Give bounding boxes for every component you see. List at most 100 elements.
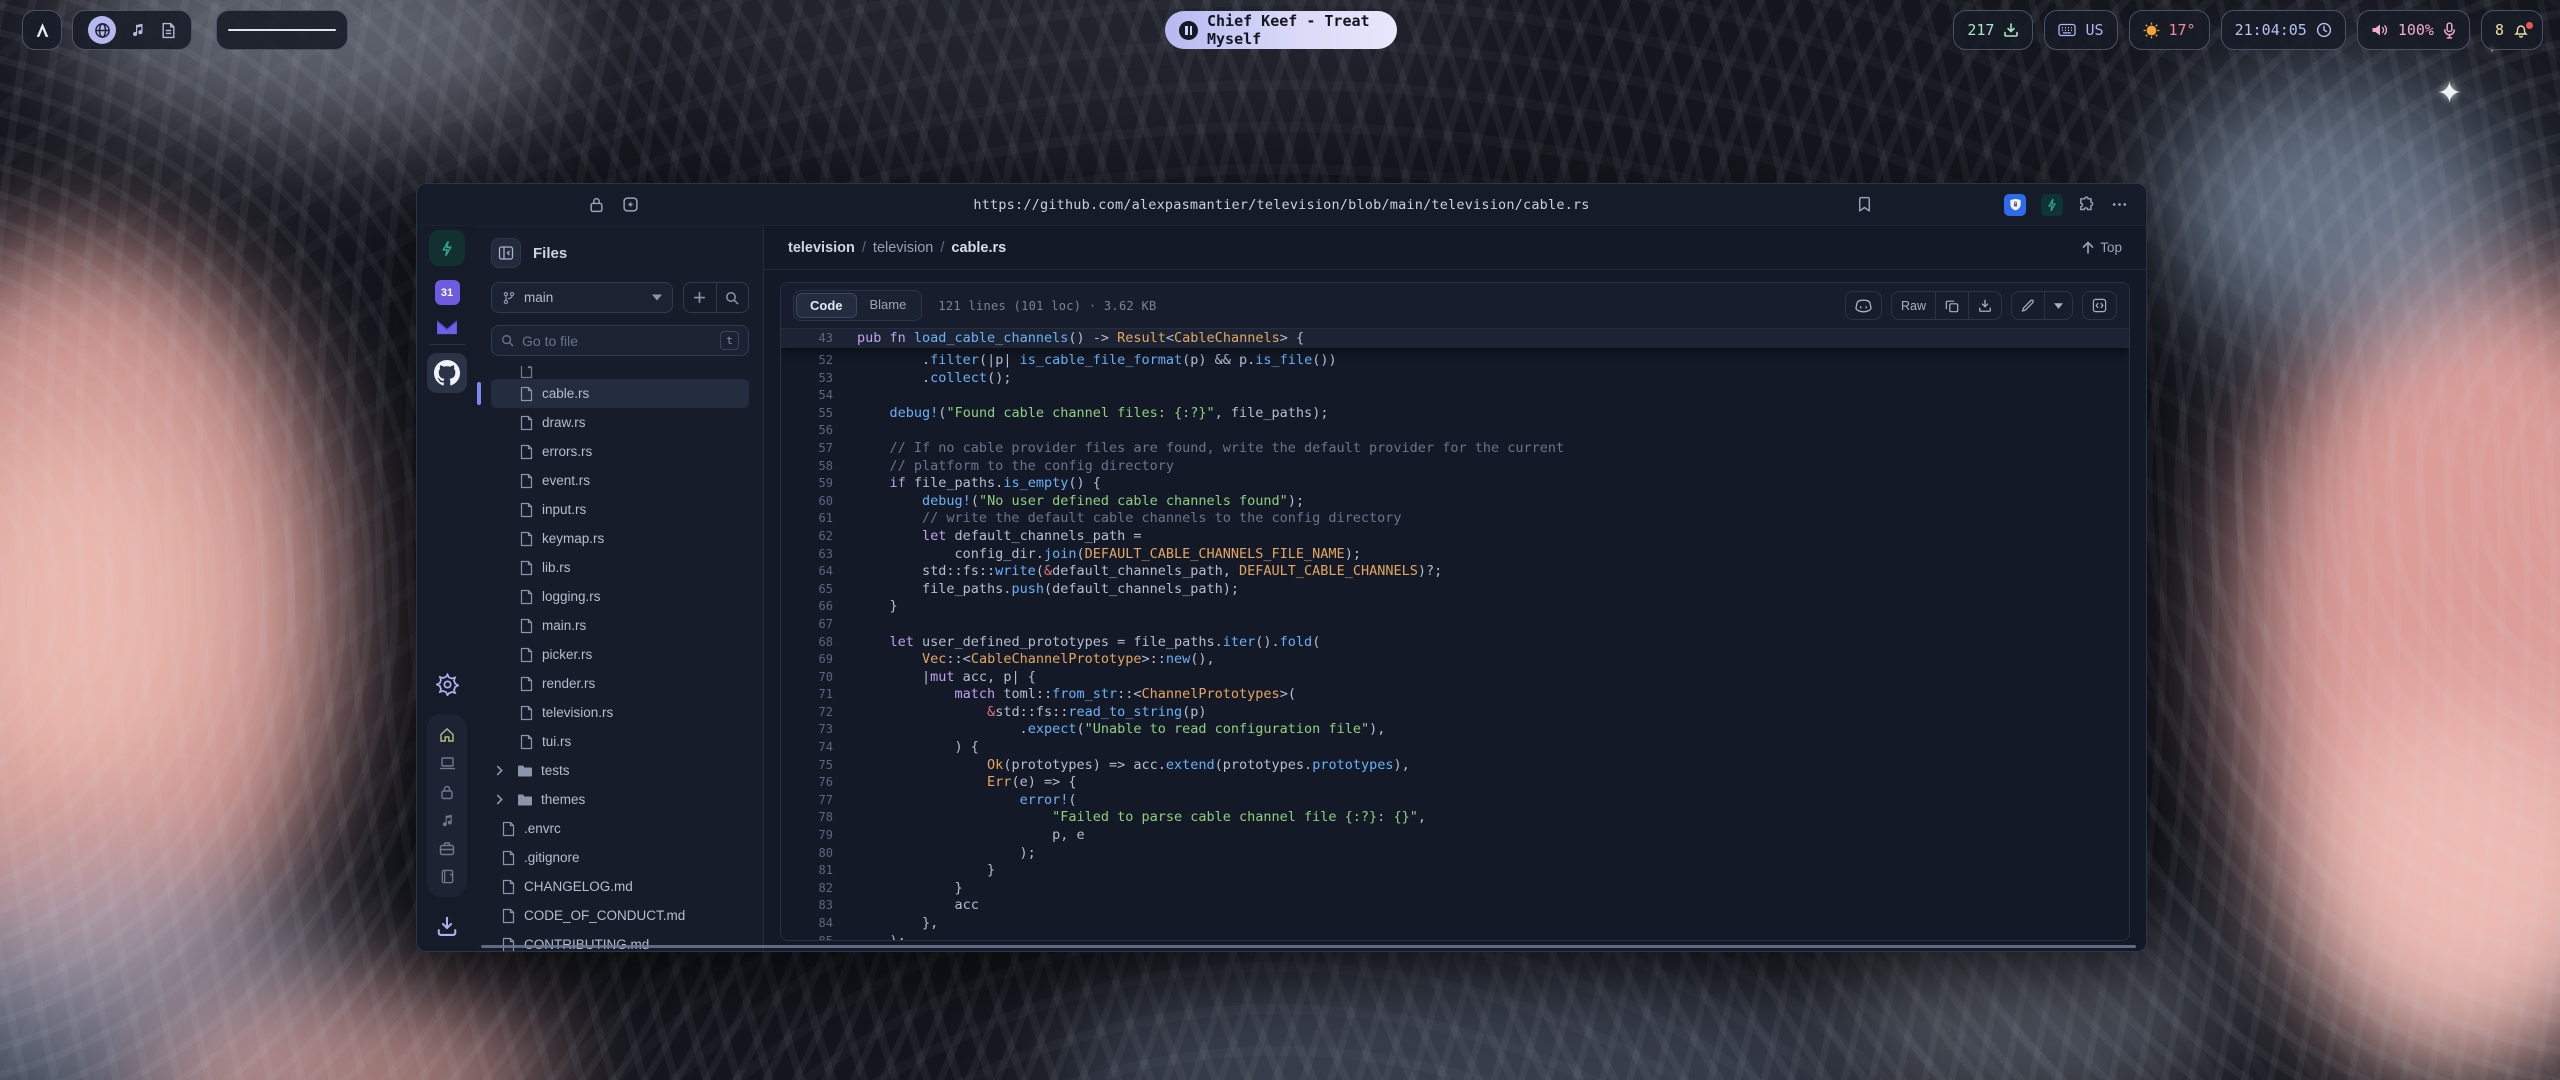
tree-item-partial[interactable]: [491, 366, 749, 379]
line-number[interactable]: 84: [781, 915, 857, 933]
tree-item-CODE_OF_CONDUCT.md[interactable]: CODE_OF_CONDUCT.md: [491, 901, 749, 930]
copilot-button[interactable]: [1845, 291, 1882, 320]
tree-item-lib.rs[interactable]: lib.rs: [491, 553, 749, 582]
password-manager-extension-icon[interactable]: [2004, 194, 2026, 216]
media-player-widget[interactable]: Chief Keef - Treat Myself: [1165, 11, 1397, 49]
branch-selector[interactable]: main: [491, 282, 673, 313]
launcher-button[interactable]: [22, 10, 62, 50]
line-number[interactable]: 55: [781, 405, 857, 423]
tree-item-.envrc[interactable]: .envrc: [491, 814, 749, 843]
tab-code[interactable]: Code: [796, 293, 857, 318]
line-number[interactable]: 83: [781, 897, 857, 915]
breadcrumb-repo-link[interactable]: television: [788, 240, 855, 256]
music-app-button[interactable]: [130, 22, 146, 38]
audio-widget[interactable]: 100%: [2357, 10, 2470, 50]
menu-ellipsis-icon[interactable]: [2111, 196, 2128, 213]
pinned-tab-mail[interactable]: [436, 319, 458, 336]
puzzle-icon[interactable]: [2078, 196, 2096, 214]
line-number[interactable]: 63: [781, 546, 857, 564]
tree-item-tests[interactable]: tests: [491, 756, 749, 785]
line-number[interactable]: 60: [781, 493, 857, 511]
laptop-workspace-icon[interactable]: [439, 756, 456, 771]
line-number[interactable]: 62: [781, 528, 857, 546]
home-workspace-icon[interactable]: [439, 727, 455, 743]
line-number[interactable]: 74: [781, 739, 857, 757]
packages-widget[interactable]: 217: [1953, 10, 2033, 50]
line-number[interactable]: 70: [781, 669, 857, 687]
tree-item-keymap.rs[interactable]: keymap.rs: [491, 524, 749, 553]
line-number[interactable]: 76: [781, 774, 857, 792]
bookmark-icon[interactable]: [1856, 196, 1873, 213]
url-bar[interactable]: https://github.com/alexpasmantier/televi…: [973, 197, 1589, 213]
line-number[interactable]: 75: [781, 757, 857, 775]
tree-item-tui.rs[interactable]: tui.rs: [491, 727, 749, 756]
tree-item-.gitignore[interactable]: .gitignore: [491, 843, 749, 872]
keyboard-layout-widget[interactable]: US: [2044, 10, 2117, 50]
permissions-icon[interactable]: [622, 196, 639, 213]
breadcrumb-dir-link[interactable]: television: [873, 240, 933, 256]
tree-item-cable.rs[interactable]: cable.rs: [491, 379, 749, 408]
tree-item-logging.rs[interactable]: logging.rs: [491, 582, 749, 611]
tree-item-television.rs[interactable]: television.rs: [491, 698, 749, 727]
line-number[interactable]: 53: [781, 370, 857, 388]
line-number[interactable]: 43: [781, 329, 857, 348]
pinned-tab-lightning[interactable]: [429, 230, 465, 266]
line-number[interactable]: 56: [781, 422, 857, 440]
tree-item-CHANGELOG.md[interactable]: CHANGELOG.md: [491, 872, 749, 901]
clock-widget[interactable]: 21:04:05: [2221, 10, 2346, 50]
workspace-gear-icon[interactable]: [436, 673, 459, 696]
line-number[interactable]: 64: [781, 563, 857, 581]
line-number[interactable]: 73: [781, 721, 857, 739]
weather-widget[interactable]: 17°: [2129, 10, 2210, 50]
tree-item-picker.rs[interactable]: picker.rs: [491, 640, 749, 669]
line-number[interactable]: 79: [781, 827, 857, 845]
line-number[interactable]: 71: [781, 686, 857, 704]
search-tree-button[interactable]: [716, 283, 749, 312]
tree-item-render.rs[interactable]: render.rs: [491, 669, 749, 698]
downloads-icon[interactable]: [436, 915, 458, 937]
symbols-panel-button[interactable]: [2082, 291, 2117, 320]
line-number[interactable]: 65: [781, 581, 857, 599]
line-number[interactable]: 67: [781, 616, 857, 634]
download-raw-button[interactable]: [1968, 292, 2001, 319]
tree-item-errors.rs[interactable]: errors.rs: [491, 437, 749, 466]
go-to-file-input[interactable]: Go to file t: [491, 325, 749, 356]
collapse-file-tree-button[interactable]: [491, 238, 521, 268]
lock-icon[interactable]: [589, 196, 604, 213]
notebook-workspace-icon[interactable]: [440, 869, 455, 884]
line-number[interactable]: 59: [781, 475, 857, 493]
line-number[interactable]: 77: [781, 792, 857, 810]
pinned-tab-calendar[interactable]: 31: [435, 280, 460, 305]
briefcase-workspace-icon[interactable]: [439, 841, 455, 856]
line-number[interactable]: 68: [781, 634, 857, 652]
notifications-widget[interactable]: 8: [2481, 10, 2543, 50]
tree-item-input.rs[interactable]: input.rs: [491, 495, 749, 524]
raw-button[interactable]: Raw: [1892, 292, 1935, 319]
line-number[interactable]: 78: [781, 809, 857, 827]
lock-workspace-icon[interactable]: [440, 784, 454, 800]
browser-app-button[interactable]: [88, 16, 116, 44]
notes-app-button[interactable]: [161, 22, 176, 39]
code-viewer[interactable]: 43pub fn load_cable_channels() -> Result…: [781, 329, 2129, 940]
line-number[interactable]: 57: [781, 440, 857, 458]
tab-github-active[interactable]: [427, 353, 467, 393]
horizontal-scrollbar[interactable]: [481, 945, 2136, 948]
line-number[interactable]: 81: [781, 862, 857, 880]
line-number[interactable]: 58: [781, 458, 857, 476]
line-number[interactable]: 66: [781, 598, 857, 616]
tree-item-draw.rs[interactable]: draw.rs: [491, 408, 749, 437]
tree-item-main.rs[interactable]: main.rs: [491, 611, 749, 640]
lightning-extension-icon[interactable]: [2041, 194, 2063, 216]
line-number[interactable]: 61: [781, 510, 857, 528]
new-file-button[interactable]: [684, 283, 716, 312]
edit-options-caret[interactable]: [2044, 292, 2072, 319]
workspace-indicator[interactable]: [216, 10, 348, 50]
line-number[interactable]: 54: [781, 387, 857, 405]
line-number[interactable]: 52: [781, 352, 857, 370]
tab-blame[interactable]: Blame: [857, 293, 920, 318]
back-to-top-link[interactable]: Top: [2082, 240, 2122, 255]
line-number[interactable]: 80: [781, 845, 857, 863]
music-workspace-icon[interactable]: [440, 813, 455, 828]
copy-raw-button[interactable]: [1935, 292, 1968, 319]
line-number[interactable]: 85: [781, 933, 857, 940]
